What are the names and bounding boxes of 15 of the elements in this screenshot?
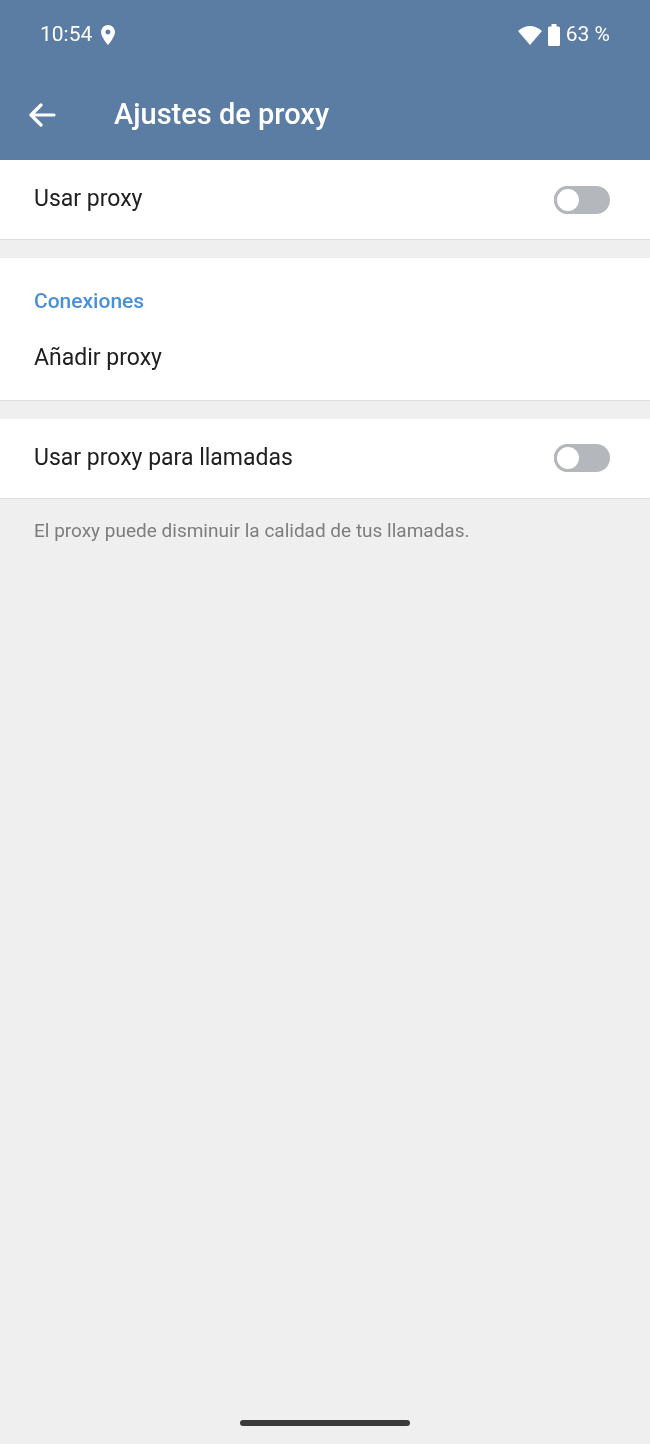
- setting-label: Usar proxy para llamadas: [34, 442, 293, 473]
- home-indicator[interactable]: [240, 1420, 410, 1426]
- battery-percentage: 63 %: [565, 21, 610, 49]
- info-note: El proxy puede disminuir la calidad de tus llamadas.: [33, 517, 471, 544]
- wifi-icon: [517, 25, 542, 45]
- toggle-switch[interactable]: [554, 185, 610, 214]
- add-proxy-item[interactable]: Añadir proxy: [0, 317, 650, 400]
- back-arrow-icon: [28, 103, 56, 127]
- battery-icon: [547, 24, 560, 46]
- setting-label: Usar proxy: [34, 184, 143, 215]
- section-header: Conexiones: [33, 288, 146, 315]
- clock: 10:54: [40, 21, 93, 49]
- screen-title: Ajustes de proxy: [114, 96, 330, 134]
- location-pin-icon: [100, 25, 117, 45]
- toggle-switch[interactable]: [554, 444, 610, 472]
